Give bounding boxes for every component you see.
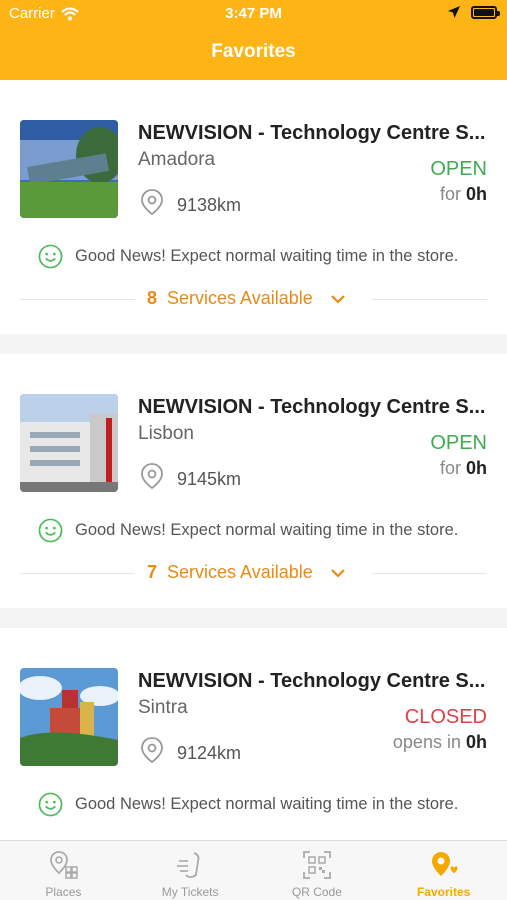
- open-status: OPEN: [430, 158, 487, 180]
- smiley-icon: [38, 518, 63, 543]
- location-pin-icon: [141, 463, 163, 490]
- location-arrow-icon: [448, 6, 460, 18]
- ticket-icon: [177, 852, 200, 878]
- store-image: [20, 394, 118, 492]
- hours-value: 0h: [465, 184, 487, 204]
- divider: [372, 299, 487, 300]
- hours-prefix: for: [439, 184, 461, 204]
- store-image: [20, 668, 118, 766]
- qr-code-icon: [302, 851, 331, 879]
- closed-status: CLOSED: [404, 706, 487, 728]
- waiting-time-notice: Good News! Expect normal waiting time in…: [38, 518, 458, 543]
- battery-icon: [471, 5, 500, 19]
- services-count: 7: [147, 562, 158, 582]
- hours-prefix: opens in: [392, 732, 461, 752]
- places-icon: [50, 851, 79, 879]
- store-city: Lisbon: [138, 423, 194, 444]
- tab-bar: Places My Tickets QR Code Favorites: [0, 840, 507, 900]
- page-title: Favorites: [211, 41, 296, 62]
- store-name[interactable]: NEWVISION - Technology Centre S...: [138, 670, 488, 693]
- favorite-card[interactable]: NEWVISION - Technology Centre S... Lisbo…: [0, 354, 507, 608]
- services-count: 8: [147, 288, 158, 308]
- store-distance: 9145km: [177, 469, 242, 489]
- tab-my-tickets[interactable]: My Tickets: [127, 841, 254, 900]
- hours-info: for 0h: [440, 458, 487, 479]
- status-right: [447, 5, 500, 19]
- hours-info: opens in 0h: [393, 732, 487, 753]
- location-pin-icon: [141, 737, 163, 764]
- open-status: OPEN: [430, 432, 487, 454]
- tab-label: My Tickets: [161, 885, 219, 899]
- favorite-card[interactable]: NEWVISION - Technology Centre S... Amado…: [0, 80, 507, 334]
- tab-label: Favorites: [416, 885, 471, 899]
- tab-label: Places: [45, 885, 82, 899]
- tab-places[interactable]: Places: [0, 841, 127, 900]
- chevron-down-icon[interactable]: [330, 568, 345, 578]
- waiting-time-text: Good News! Expect normal waiting time in…: [75, 521, 459, 539]
- favorites-icon: [431, 852, 459, 876]
- hours-info: for 0h: [440, 184, 487, 205]
- services-label: Services Available: [167, 288, 313, 308]
- tab-qr-code[interactable]: QR Code: [254, 841, 381, 900]
- services-label: Services Available: [167, 562, 313, 582]
- store-name[interactable]: NEWVISION - Technology Centre S...: [138, 396, 488, 419]
- smiley-icon: [38, 792, 63, 817]
- divider: [20, 573, 135, 574]
- status-time: 3:47 PM: [225, 5, 282, 22]
- status-bar: Carrier 3:47 PM: [0, 0, 507, 28]
- store-city: Amadora: [138, 149, 216, 170]
- tab-favorites[interactable]: Favorites: [380, 841, 507, 900]
- waiting-time-notice: Good News! Expect normal waiting time in…: [38, 244, 458, 269]
- waiting-time-text: Good News! Expect normal waiting time in…: [75, 247, 459, 265]
- store-image: [20, 120, 118, 218]
- chevron-down-icon[interactable]: [330, 294, 345, 304]
- favorite-card[interactable]: NEWVISION - Technology Centre S... Sintr…: [0, 628, 507, 840]
- waiting-time-text: Good News! Expect normal waiting time in…: [75, 795, 459, 813]
- tab-label: QR Code: [291, 885, 342, 899]
- favorites-list[interactable]: NEWVISION - Technology Centre S... Amado…: [0, 80, 507, 840]
- top-bar: Carrier 3:47 PM Favorites: [0, 0, 507, 80]
- divider: [372, 573, 487, 574]
- store-city: Sintra: [138, 697, 188, 718]
- hours-value: 0h: [465, 732, 487, 752]
- store-distance: 9138km: [177, 195, 242, 215]
- store-name[interactable]: NEWVISION - Technology Centre S...: [138, 122, 488, 145]
- hours-prefix: for: [439, 458, 461, 478]
- smiley-icon: [38, 244, 63, 269]
- hours-value: 0h: [465, 458, 487, 478]
- services-toggle[interactable]: 8 Services Available: [20, 288, 487, 312]
- location-pin-icon: [141, 189, 163, 216]
- services-toggle[interactable]: 7 Services Available: [20, 562, 487, 586]
- waiting-time-notice: Good News! Expect normal waiting time in…: [38, 792, 458, 817]
- divider: [20, 299, 135, 300]
- store-distance: 9124km: [177, 743, 242, 763]
